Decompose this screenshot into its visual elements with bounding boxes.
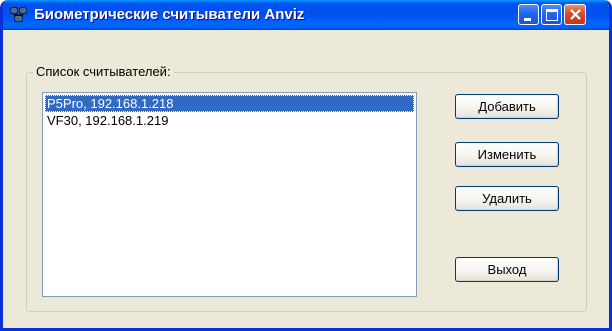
delete-button[interactable]: Удалить xyxy=(455,186,559,211)
title-bar[interactable]: Биометрические считыватели Anviz xyxy=(3,0,609,30)
readers-group-label: Список считывателей: xyxy=(33,64,174,79)
exit-button[interactable]: Выход xyxy=(455,257,559,282)
minimize-icon xyxy=(524,18,531,21)
close-icon xyxy=(570,9,581,20)
close-button[interactable] xyxy=(564,4,586,25)
dialog-window: Биометрические считыватели Anviz Список … xyxy=(0,0,612,331)
edit-button[interactable]: Изменить xyxy=(455,142,559,167)
minimize-button[interactable] xyxy=(518,4,539,25)
maximize-icon xyxy=(546,9,558,21)
add-button[interactable]: Добавить xyxy=(455,94,559,119)
list-item-reader-2[interactable]: VF30, 192.168.1.219 xyxy=(45,112,414,129)
list-item-reader-1[interactable]: P5Pro, 192.168.1.218 xyxy=(45,95,414,112)
network-computers-icon xyxy=(10,7,27,23)
window-title: Биометрические считыватели Anviz xyxy=(34,6,305,23)
maximize-button[interactable] xyxy=(541,4,562,25)
readers-listbox[interactable]: P5Pro, 192.168.1.218 VF30, 192.168.1.219 xyxy=(42,92,417,297)
